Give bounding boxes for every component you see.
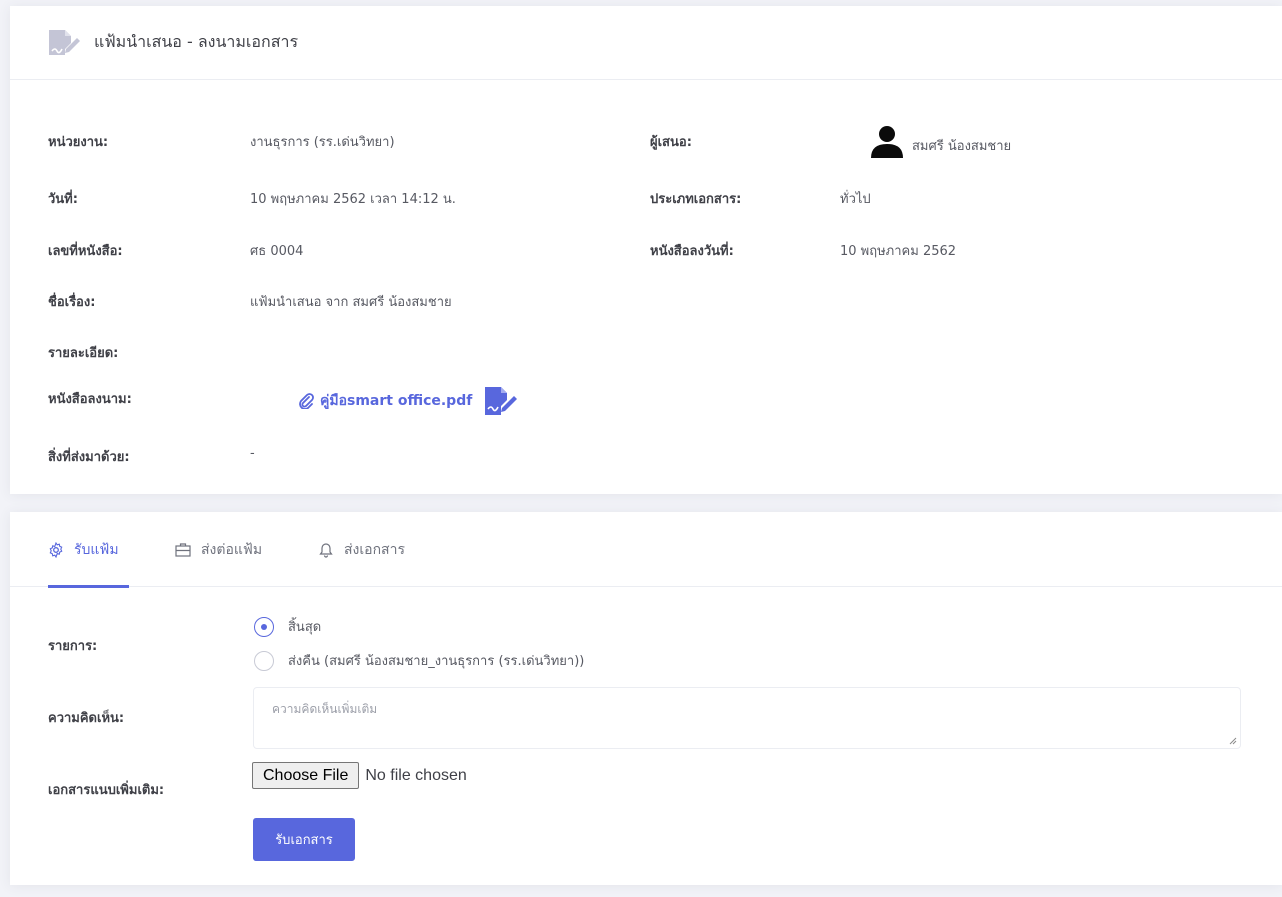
docdate-label: หนังสือลงวันที่: [650,244,734,259]
receive-document-button[interactable]: รับเอกสาร [253,818,355,861]
doctype-label: ประเภทเอกสาร: [650,192,742,207]
radio-return-label: ส่งคืน (สมศรี น้องสมชาย_งานธุรการ (รร.เด… [288,654,585,669]
signed-file-link[interactable]: คู่มือsmart office.pdf [320,390,472,412]
radio-finish[interactable] [254,616,274,637]
comment-textarea[interactable]: ความคิดเห็นเพิ่มเติม [253,687,1241,749]
tab-receive-folder[interactable]: รับแฟ้ม [48,512,129,588]
comment-label: ความคิดเห็น: [48,711,125,726]
briefcase-icon [175,542,191,557]
subject-label: ชื่อเรื่อง: [48,295,96,310]
docdate-value: 10 พฤษภาคม 2562 [840,244,957,259]
department-value: งานธุรการ (รร.เด่นวิทยา) [250,135,395,150]
comment-placeholder: ความคิดเห็นเพิ่มเติม [272,702,378,716]
page-title: แฟ้มนำเสนอ - ลงนามเอกสาร [94,32,299,51]
signed-doc-label: หนังสือลงนาม: [48,392,132,407]
tab-forward-folder[interactable]: ส่งต่อแฟ้ม [175,512,262,587]
doctype-value: ทั่วไป [840,192,871,207]
radio-option-finish[interactable]: สิ้นสุด [254,616,321,637]
detail-label: รายละเอียด: [48,346,119,361]
tab-send-document[interactable]: ส่งเอกสาร [318,512,405,587]
docno-label: เลขที่หนังสือ: [48,244,123,259]
file-status: No file chosen [365,766,467,784]
tab-send-label: ส่งเอกสาร [344,541,405,558]
presenter-label: ผู้เสนอ: [650,135,692,150]
paperclip-icon [299,393,314,409]
subject-value: แฟ้มนำเสนอ จาก สมศรี น้องสมชาย [250,295,452,310]
radio-return[interactable] [254,650,274,671]
user-avatar-icon [871,126,903,158]
action-card: รับแฟ้ม ส่งต่อแฟ้ม ส่งเอกสาร รายการ: สิ้… [10,512,1282,885]
info-grid: หน่วยงาน: งานธุรการ (รร.เด่นวิทยา) ผู้เส… [10,80,1282,494]
presenter-value: สมศรี น้องสมชาย [912,139,1012,154]
date-value: 10 พฤษภาคม 2562 เวลา 14:12 น. [250,192,456,207]
radio-finish-label: สิ้นสุด [288,620,322,635]
signed-attachment: คู่มือsmart office.pdf [298,385,518,417]
action-label: รายการ: [48,639,98,654]
gear-icon [49,541,63,558]
radio-option-return[interactable]: ส่งคืน (สมศรี น้องสมชาย_งานธุรการ (รร.เด… [254,650,584,671]
document-info-card: แฟ้มนำเสนอ - ลงนามเอกสาร หน่วยงาน: งานธุ… [10,6,1282,494]
enclosure-label: สิ่งที่ส่งมาด้วย: [48,450,130,465]
file-input[interactable]: Choose File No file chosen [252,762,467,789]
enclosure-value: - [250,446,255,461]
card-header: แฟ้มนำเสนอ - ลงนามเอกสาร [10,6,1282,80]
receive-form: รายการ: สิ้นสุด ส่งคืน (สมศรี น้องสมชาย_… [10,587,1282,884]
department-label: หน่วยงาน: [48,135,109,150]
docno-value: ศธ 0004 [250,244,304,259]
bell-icon [319,542,333,558]
resize-grip-icon[interactable] [1229,737,1237,745]
tab-receive-label: รับแฟ้ม [74,541,119,558]
attach-label: เอกสารแนบเพิ่มเติม: [48,783,165,798]
sign-document-icon[interactable] [482,385,518,417]
document-sign-icon [49,29,80,55]
choose-file-button[interactable]: Choose File [252,762,360,789]
action-tabs: รับแฟ้ม ส่งต่อแฟ้ม ส่งเอกสาร [10,512,1282,588]
tab-forward-label: ส่งต่อแฟ้ม [201,541,263,558]
date-label: วันที่: [48,192,78,207]
